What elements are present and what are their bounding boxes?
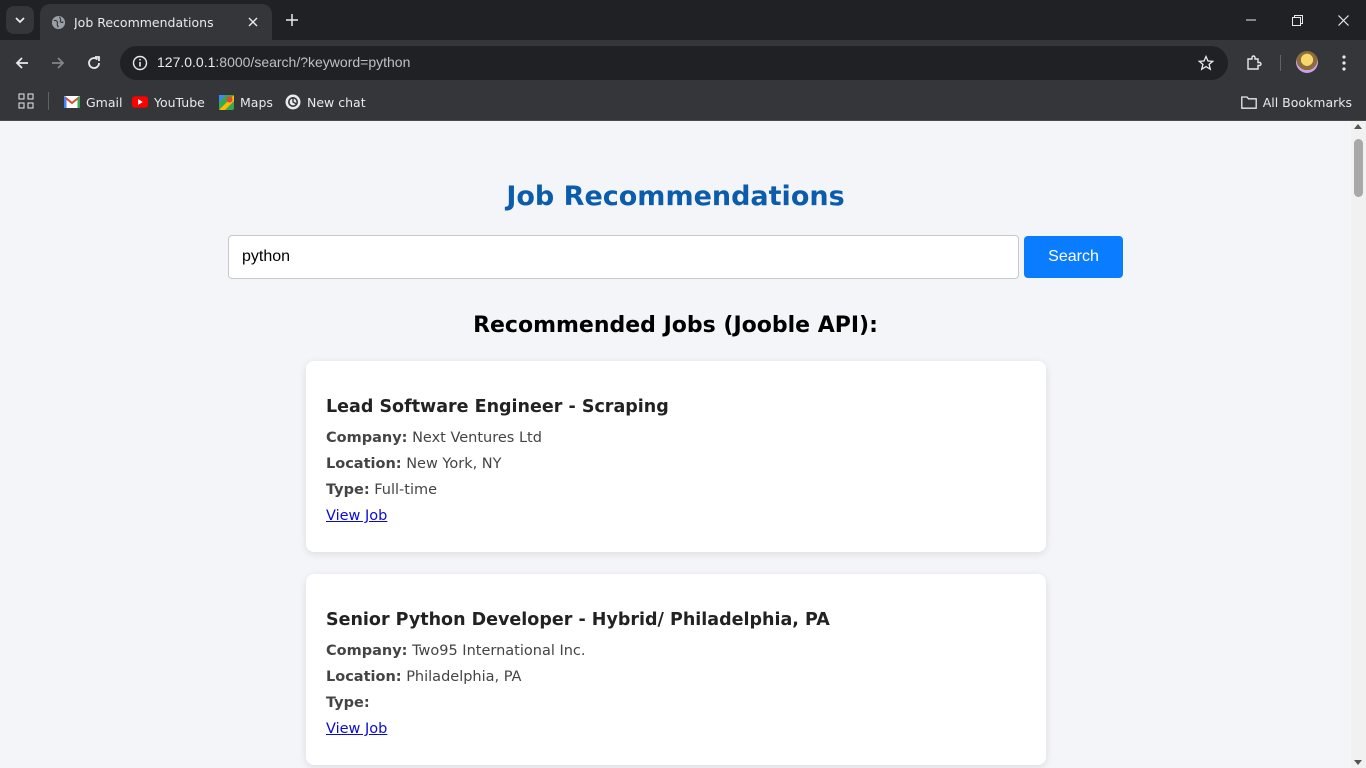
site-info-icon[interactable] (128, 51, 152, 75)
job-title: Lead Software Engineer - Scraping (326, 397, 669, 417)
scrollbar-thumb[interactable] (1354, 139, 1363, 197)
chevron-down-icon (15, 17, 25, 24)
more-vertical-icon (1342, 55, 1346, 71)
arrow-left-icon (15, 57, 28, 69)
job-company: Company: Two95 International Inc. (326, 638, 1026, 664)
bookmark-new-chat[interactable]: New chat (285, 91, 366, 113)
type-label: Type: (326, 482, 370, 498)
chatgpt-icon (285, 94, 301, 110)
job-company: Company: Next Ventures Ltd (326, 425, 1026, 451)
minimize-icon (1246, 19, 1256, 21)
profile-avatar[interactable] (1296, 51, 1318, 73)
restore-button[interactable] (1274, 0, 1320, 40)
gmail-icon (64, 94, 80, 110)
job-type: Type: Full-time (326, 477, 1026, 503)
browser-toolbar: 127.0.0.1:8000/search/?keyword=python (0, 40, 1366, 86)
location-label: Location: (326, 456, 402, 472)
reload-button[interactable] (78, 47, 110, 79)
job-type: Type: (326, 690, 1026, 716)
job-location: Location: New York, NY (326, 451, 1026, 477)
location-value: Philadelphia, PA (406, 669, 522, 685)
puzzle-icon (1247, 55, 1262, 70)
type-label: Type: (326, 695, 370, 711)
youtube-icon (132, 94, 148, 110)
search-button[interactable]: Search (1024, 236, 1123, 278)
bookmark-label: Gmail (86, 94, 123, 110)
close-window-button[interactable] (1320, 0, 1366, 40)
company-value: Two95 International Inc. (412, 643, 586, 659)
job-list: Lead Software Engineer - Scraping Compan… (306, 361, 1046, 768)
bookmarks-divider (48, 92, 49, 110)
maps-icon (218, 94, 234, 110)
globe-icon (50, 14, 66, 30)
job-location: Location: Philadelphia, PA (326, 664, 1026, 690)
close-icon (1337, 14, 1349, 26)
tab-strip: Job Recommendations (0, 0, 1366, 40)
company-label: Company: (326, 643, 408, 659)
bookmark-star-icon[interactable] (1194, 51, 1218, 75)
bookmark-label: Maps (240, 94, 273, 110)
job-title: Senior Python Developer - Hybrid/ Philad… (326, 610, 830, 630)
view-job-link[interactable]: View Job (326, 721, 387, 737)
bookmarks-bar: Gmail YouTube Maps New chat All Bookmark… (0, 86, 1366, 121)
scroll-down-arrow-icon[interactable] (1354, 760, 1362, 765)
job-card: Senior Python Developer - Hybrid/ Philad… (306, 574, 1046, 765)
view-job-link[interactable]: View Job (326, 508, 387, 524)
new-tab-button[interactable] (280, 8, 304, 32)
location-label: Location: (326, 669, 402, 685)
tab-search-button[interactable] (6, 6, 34, 34)
page-viewport: Job Recommendations Search Recommended J… (0, 121, 1351, 768)
browser-menu-button[interactable] (1328, 47, 1360, 79)
address-bar[interactable]: 127.0.0.1:8000/search/?keyword=python (120, 46, 1228, 80)
arrow-right-icon (52, 57, 65, 69)
close-tab-icon[interactable] (244, 13, 262, 31)
section-title: Recommended Jobs (Jooble API): (473, 313, 878, 338)
bookmark-youtube[interactable]: YouTube (132, 91, 205, 113)
all-bookmarks-button[interactable]: All Bookmarks (1240, 91, 1352, 113)
bookmark-gmail[interactable]: Gmail (64, 91, 122, 113)
scroll-up-arrow-icon[interactable] (1354, 124, 1362, 129)
reload-icon (88, 56, 100, 69)
apps-grid-icon[interactable] (18, 93, 34, 109)
company-label: Company: (326, 430, 408, 446)
type-value: Full-time (374, 482, 438, 498)
minimize-button[interactable] (1228, 0, 1274, 40)
location-value: New York, NY (406, 456, 502, 472)
back-button[interactable] (6, 47, 38, 79)
restore-icon (1291, 14, 1303, 26)
toolbar-divider (1280, 55, 1281, 71)
bookmark-label: New chat (307, 94, 366, 110)
folder-icon (1240, 95, 1257, 109)
company-value: Next Ventures Ltd (412, 430, 542, 446)
forward-button[interactable] (42, 47, 74, 79)
url-text[interactable]: 127.0.0.1:8000/search/?keyword=python (157, 54, 410, 70)
page-scrollbar[interactable] (1351, 121, 1366, 768)
active-tab[interactable]: Job Recommendations (40, 4, 272, 40)
url-path: :8000/search/?keyword=python (215, 54, 411, 70)
job-card: Lead Software Engineer - Scraping Compan… (306, 361, 1046, 552)
extensions-button[interactable] (1238, 47, 1270, 79)
plus-icon (286, 14, 298, 26)
page-title: Job Recommendations (506, 181, 845, 212)
tab-title: Job Recommendations (74, 14, 214, 30)
bookmark-maps[interactable]: Maps (218, 91, 273, 113)
search-input[interactable] (228, 235, 1019, 279)
all-bookmarks-label: All Bookmarks (1262, 94, 1352, 110)
bookmark-label: YouTube (154, 94, 205, 110)
url-host: 127.0.0.1 (157, 54, 216, 70)
